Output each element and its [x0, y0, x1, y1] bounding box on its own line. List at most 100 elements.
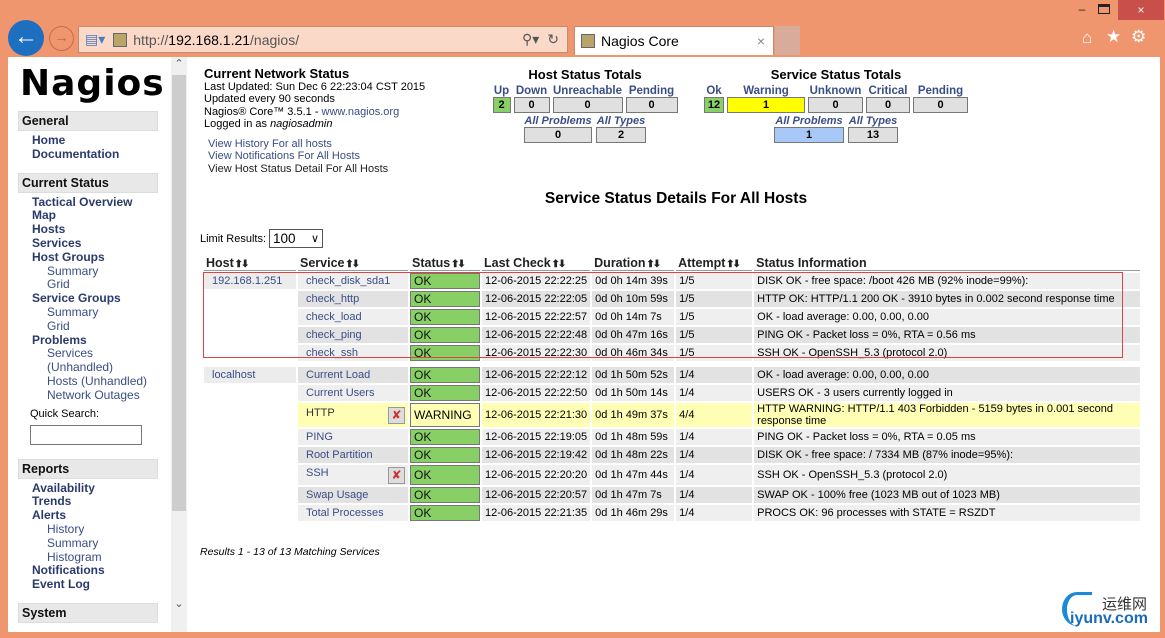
sub-value-all-types[interactable]: 2 — [596, 127, 646, 143]
sidebar-item-network-outages[interactable]: Network Outages — [8, 388, 170, 403]
host-link[interactable]: localhost — [212, 369, 255, 381]
total-value-unreachable[interactable]: 0 — [552, 97, 623, 113]
service-cell[interactable]: Current Load — [298, 367, 408, 383]
service-link[interactable]: HTTP — [306, 407, 335, 419]
service-cell[interactable]: Root Partition — [298, 447, 408, 463]
total-label-up[interactable]: Up — [493, 85, 511, 97]
sidebar-item-grid[interactable]: Grid — [8, 319, 170, 334]
total-label-warning[interactable]: Warning — [727, 85, 805, 97]
back-button[interactable]: ← — [8, 20, 44, 56]
new-tab-button[interactable] — [775, 26, 800, 55]
maximize-button[interactable] — [1098, 4, 1110, 14]
sidebar-item-availability[interactable]: Availability — [8, 481, 170, 496]
sub-value-all-problems[interactable]: 0 — [524, 127, 592, 143]
sidebar-item-home[interactable]: Home — [8, 133, 170, 148]
home-icon[interactable]: ⌂ — [1082, 28, 1092, 48]
minimize-button[interactable]: – — [1072, 2, 1092, 18]
sidebar-item-host-groups[interactable]: Host Groups — [8, 250, 170, 265]
notifications-disabled-icon[interactable]: ✘ — [388, 406, 405, 424]
sidebar-item-summary[interactable]: Summary — [8, 536, 170, 551]
service-cell[interactable]: PING — [298, 429, 408, 445]
sub-label-all-problems[interactable]: All Problems — [524, 115, 592, 127]
sidebar-item-problems[interactable]: Problems — [8, 333, 170, 348]
sidebar-item-event-log[interactable]: Event Log — [8, 577, 170, 592]
total-label-pending[interactable]: Pending — [913, 85, 968, 97]
sidebar-item-tactical-overview[interactable]: Tactical Overview — [8, 195, 170, 210]
service-link[interactable]: Total Processes — [306, 507, 384, 519]
total-value-ok[interactable]: 12 — [704, 97, 724, 113]
search-icon[interactable]: ⚲▾ — [522, 31, 539, 48]
favorites-star-icon[interactable]: ★ — [1106, 27, 1121, 47]
sidebar-item-documentation[interactable]: Documentation — [8, 147, 170, 162]
sort-arrows-icon[interactable]: ⬆⬇ — [344, 259, 360, 270]
sidebar-item-hosts[interactable]: Hosts — [8, 222, 170, 237]
sub-label-all-types[interactable]: All Types — [596, 115, 646, 127]
sub-value-all-types[interactable]: 13 — [848, 127, 898, 143]
total-value-pending[interactable]: 0 — [913, 97, 968, 113]
nagios-org-link[interactable]: www.nagios.org — [322, 106, 400, 118]
total-value-pending[interactable]: 0 — [625, 97, 678, 113]
total-value-down[interactable]: 0 — [513, 97, 550, 113]
sub-label-all-problems[interactable]: All Problems — [774, 115, 844, 127]
sidebar-item-services[interactable]: Services — [8, 347, 170, 361]
service-link[interactable]: Swap Usage — [306, 489, 368, 501]
sort-arrows-icon[interactable]: ⬆⬇ — [725, 259, 741, 270]
scrollbar-thumb[interactable] — [172, 75, 186, 511]
sidebar-item-summary[interactable]: Summary — [8, 305, 170, 320]
service-cell[interactable]: Current Users — [298, 385, 408, 401]
sidebar-item-service-groups[interactable]: Service Groups — [8, 291, 170, 306]
service-link[interactable]: SSH — [306, 467, 329, 479]
sidebar-item-map[interactable]: Map — [8, 209, 170, 223]
total-value-up[interactable]: 2 — [492, 97, 511, 113]
notifications-disabled-icon[interactable]: ✘ — [388, 466, 405, 484]
sidebar-item-services[interactable]: Services — [8, 236, 170, 251]
service-link[interactable]: Current Load — [306, 369, 370, 381]
sidebar-item-history[interactable]: History — [8, 522, 170, 537]
address-bar[interactable]: ▤▾ http://192.168.1.21/nagios/ ⚲▾ ↻ — [78, 26, 568, 53]
host-cell[interactable]: localhost — [204, 367, 296, 383]
service-cell[interactable]: HTTP ✘ — [298, 403, 408, 427]
sub-label-all-types[interactable]: All Types — [848, 115, 898, 127]
total-value-warning[interactable]: 1 — [727, 97, 805, 113]
sidebar-item-notifications[interactable]: Notifications — [8, 564, 170, 578]
close-tab-icon[interactable]: × — [757, 33, 765, 49]
sidebar-item-grid[interactable]: Grid — [8, 278, 170, 292]
settings-gear-icon[interactable]: ⚙ — [1131, 27, 1146, 47]
sort-arrows-icon[interactable]: ⬆⬇ — [551, 259, 566, 270]
service-link[interactable]: PING — [306, 431, 333, 443]
sort-arrows-icon[interactable]: ⬆⬇ — [450, 259, 466, 270]
quick-search-input[interactable] — [30, 424, 142, 445]
view-host-status-link[interactable]: View Host Status Detail For All Hosts — [208, 163, 425, 175]
service-cell[interactable]: Total Processes — [298, 505, 408, 521]
view-history-link[interactable]: View History For all hosts — [208, 138, 425, 150]
scroll-up-icon[interactable]: ⌃ — [171, 57, 187, 73]
limit-results-select[interactable]: 100 ∨ — [269, 229, 324, 248]
service-cell[interactable]: SSH ✘ — [298, 465, 408, 485]
scroll-down-icon[interactable]: ⌄ — [171, 597, 187, 610]
service-link[interactable]: Current Users — [306, 387, 374, 399]
forward-button[interactable]: → — [49, 26, 74, 51]
total-label-down[interactable]: Down — [514, 85, 550, 97]
close-window-button[interactable]: × — [1118, 0, 1164, 20]
sort-arrows-icon[interactable]: ⬆⬇ — [234, 259, 250, 270]
total-label-ok[interactable]: Ok — [704, 85, 724, 97]
total-value-unknown[interactable]: 0 — [808, 97, 863, 113]
sidebar-scrollbar[interactable]: ⌃ ⌄ — [171, 57, 187, 632]
total-label-pending[interactable]: Pending — [626, 85, 678, 97]
service-link[interactable]: Root Partition — [306, 449, 373, 461]
sidebar-item-alerts[interactable]: Alerts — [8, 508, 170, 523]
service-cell[interactable]: Swap Usage — [298, 487, 408, 503]
total-label-unreachable[interactable]: Unreachable — [553, 85, 623, 97]
nagios-logo[interactable]: Nagios — [20, 63, 170, 105]
sidebar-item-trends[interactable]: Trends — [8, 495, 170, 509]
sub-value-all-problems[interactable]: 1 — [774, 127, 844, 143]
sidebar-item-hosts-unhandled-[interactable]: Hosts (Unhandled) — [8, 374, 170, 389]
view-notifications-link[interactable]: View Notifications For All Hosts — [208, 150, 425, 162]
total-label-critical[interactable]: Critical — [866, 85, 910, 97]
sort-arrows-icon[interactable]: ⬆⬇ — [646, 259, 661, 270]
sidebar-item-summary[interactable]: Summary — [8, 264, 170, 279]
sidebar-item-histogram[interactable]: Histogram — [8, 550, 170, 565]
tab-nagios-core[interactable]: Nagios Core × — [574, 26, 774, 55]
sidebar-item--unhandled-[interactable]: (Unhandled) — [8, 360, 170, 375]
total-value-critical[interactable]: 0 — [866, 97, 910, 113]
